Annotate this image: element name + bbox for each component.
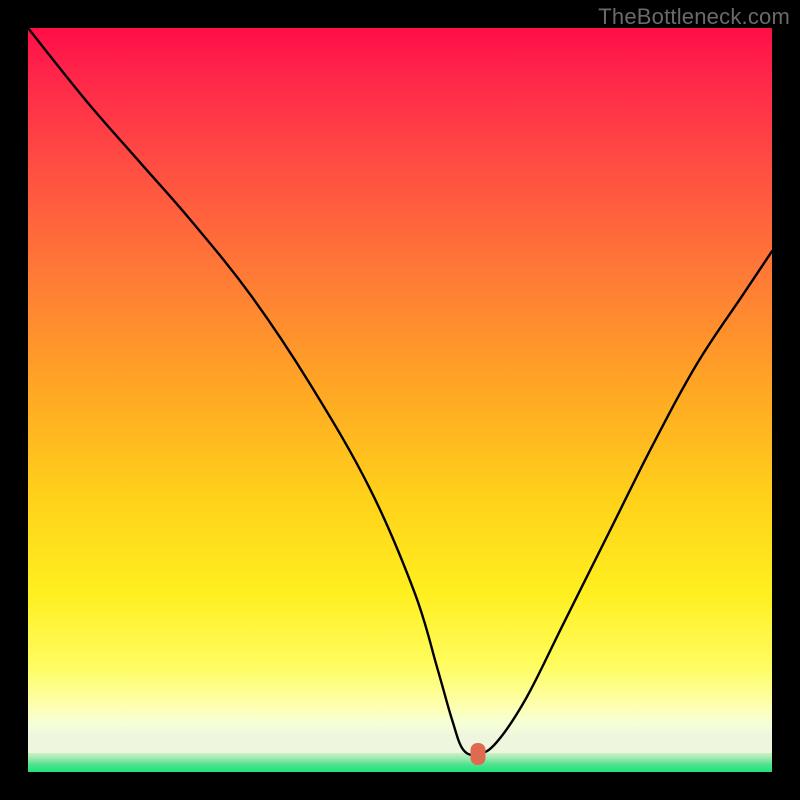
gradient-background-main	[28, 28, 772, 753]
watermark-text: TheBottleneck.com	[598, 4, 790, 30]
gradient-background-bottom	[28, 753, 772, 772]
plot-area	[28, 28, 772, 772]
chart-frame: TheBottleneck.com	[0, 0, 800, 800]
